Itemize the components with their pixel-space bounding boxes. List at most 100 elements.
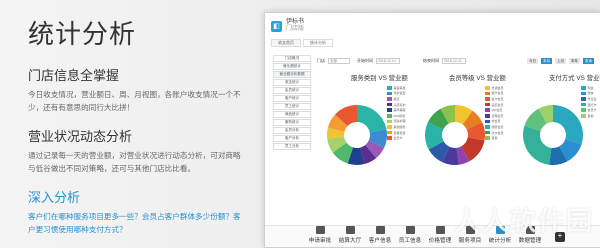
last-month-button[interactable]: 上月 <box>555 58 566 64</box>
section-title-dynamic-analysis: 营业状况动态分析 <box>28 129 133 144</box>
toolbar-item-label: 员工信息 <box>398 238 422 244</box>
donut-slice <box>523 125 552 165</box>
legend-label: 微信 <box>587 91 594 96</box>
legend-swatch <box>485 130 490 135</box>
toolbar-item-label: 价格管理 <box>428 238 452 244</box>
query-button[interactable]: 查询 <box>583 58 594 64</box>
sidebar-item[interactable]: 客户统计 <box>273 95 311 102</box>
legend-label: 套餐项目 <box>393 130 406 135</box>
legend-service: 美容美发 洗护造型 染烫 头皮养护 美甲美睫 SPA按摩 皮肤护理 其他服务 套餐项目 会员卡 <box>387 85 406 141</box>
sidebar-item[interactable]: 门店概况 <box>273 55 311 62</box>
legend-swatch <box>485 136 490 140</box>
legend-swatch <box>485 86 490 90</box>
section-title-store-info: 门店信息全掌握 <box>28 68 120 83</box>
legend-swatch <box>581 91 586 96</box>
legend-label: 会员卡 <box>393 136 403 141</box>
legend-label: 其他 <box>491 136 498 141</box>
toolbar-item[interactable]: 申请审批 <box>307 226 333 247</box>
legend-swatch <box>387 113 392 118</box>
section-body-store-info: 今日收支情况，营业额日、周、月视图，各账户收支情况一个不少，还有有意思的同行大比… <box>28 90 241 112</box>
legend-swatch <box>485 97 490 101</box>
legend-label: 其他服务 <box>393 124 406 129</box>
charts-area: 服务类别 VS 营业额 会员等级 VS 营业额 支付方式 VS 营业额 美容美发… <box>313 71 600 181</box>
section-body-deep-analysis: 客户们在哪种服务项目更多一些？会员占客户群体多少份额？客户更习惯使用哪种支付方式… <box>28 212 241 234</box>
app-topbar: ◧ 伊标书 门店版 <box>265 13 600 39</box>
legend-swatch <box>387 86 392 90</box>
legend-label: 会员卡 <box>587 108 597 113</box>
toolbar-item[interactable]: 结算大厅 <box>337 226 363 247</box>
app-logo-icon: ◧ <box>271 20 282 32</box>
sidebar-item[interactable]: 员工分析 <box>273 143 311 150</box>
donut-charts <box>327 105 583 165</box>
watermark: 人人软件园 <box>453 207 594 237</box>
store-label: 门店 <box>317 58 325 63</box>
legend-swatch <box>387 125 392 129</box>
toolbar-item-icon <box>315 226 325 234</box>
legend-label: 染烫 <box>393 96 400 101</box>
filter-bar: 门店 全部 开始时间 2016-12-01 结束时间 2016-12-31 今日… <box>317 57 594 65</box>
sidebar-item[interactable]: 员工统计 <box>273 103 311 110</box>
tab-home[interactable]: 收支首页 <box>271 39 301 47</box>
sidebar-item[interactable]: 客户分析 <box>273 135 311 142</box>
legend-label: 金卡会员 <box>491 96 504 101</box>
legend-label: 储值会员 <box>491 124 504 129</box>
legend-label: SPA按摩 <box>393 113 406 118</box>
sidebar-item[interactable]: 会员统计 <box>273 87 311 94</box>
legend-item: 其他 <box>485 135 504 141</box>
section-title-deep-analysis: 深入分析 <box>28 190 81 205</box>
legend-label: 美容美发 <box>393 85 406 90</box>
legend-swatch <box>387 136 392 140</box>
legend-label: 头皮养护 <box>393 102 406 107</box>
legend-label: 洗护造型 <box>393 91 406 96</box>
sidebar-item[interactable]: 会员分析 <box>273 127 311 134</box>
legend-label: 非会员 <box>491 119 501 124</box>
legend-label: 银行卡 <box>587 102 597 107</box>
legend-label: 皮肤护理 <box>393 119 406 124</box>
toolbar-item[interactable]: 价格管理 <box>427 226 453 247</box>
legend-item: 其他 <box>581 113 597 119</box>
legend-label: 钻石会员 <box>491 102 504 107</box>
legend-swatch <box>581 102 586 107</box>
legend-swatch <box>387 119 392 124</box>
legend-swatch <box>485 91 490 96</box>
sidebar-item[interactable]: 营业额统计 <box>273 63 311 70</box>
legend-payment: 现金 微信 支付宝 银行卡 会员卡 其他 <box>581 85 597 119</box>
toolbar-item-label: 申请审批 <box>308 238 332 244</box>
this-year-button[interactable]: 本年 <box>569 58 580 64</box>
sidebar-item[interactable]: 营业额分析数据 <box>273 71 311 78</box>
legend-swatch <box>387 108 392 112</box>
sidebar-item[interactable]: 服务统计 <box>273 119 311 126</box>
legend-label: 现金 <box>587 85 594 90</box>
legend-swatch <box>581 108 586 112</box>
legend-label: 至尊会员 <box>491 113 504 118</box>
legend-swatch <box>387 130 392 135</box>
sidebar-item[interactable]: 商品统计 <box>273 111 311 118</box>
toolbar-item-icon <box>405 226 415 234</box>
legend-swatch <box>387 97 392 101</box>
donut-slice <box>553 105 583 145</box>
sidebar-item[interactable]: 收支统计 <box>273 79 311 86</box>
start-label: 开始时间 <box>357 58 373 63</box>
sidebar: 门店概况 营业额统计 营业额分析数据 收支统计 会员统计 客户统计 员工统计 商品统计 服务统计… <box>273 55 311 151</box>
legend-swatch <box>387 102 392 107</box>
toolbar-item-icon <box>345 226 355 234</box>
toolbar-item[interactable]: 员工信息 <box>397 226 423 247</box>
app-logo-sub: 门店版 <box>286 26 305 32</box>
legend-label: VIP会员 <box>491 108 503 113</box>
app-logo-text: 伊标书 <box>286 19 305 25</box>
toolbar-item[interactable]: 客户信息 <box>367 226 393 247</box>
legend-swatch <box>581 97 586 101</box>
legend-swatch <box>485 102 490 107</box>
tab-statistics[interactable]: 统计分析 <box>303 39 333 47</box>
store-select[interactable]: 全部 <box>328 58 350 64</box>
legend-label: 美甲美睫 <box>393 108 406 113</box>
legend-item: 会员卡 <box>387 135 406 141</box>
end-date-input[interactable]: 2016-12-31 <box>442 58 466 64</box>
today-button[interactable]: 今日 <box>527 58 538 64</box>
legend-swatch <box>485 113 490 118</box>
this-month-button[interactable]: 本月 <box>541 58 552 64</box>
legend-swatch <box>485 108 490 112</box>
start-date-input[interactable]: 2016-12-01 <box>376 58 400 64</box>
toolbar-item-label: 结算大厅 <box>338 238 362 244</box>
toolbar-item-label: 客户信息 <box>368 238 392 244</box>
